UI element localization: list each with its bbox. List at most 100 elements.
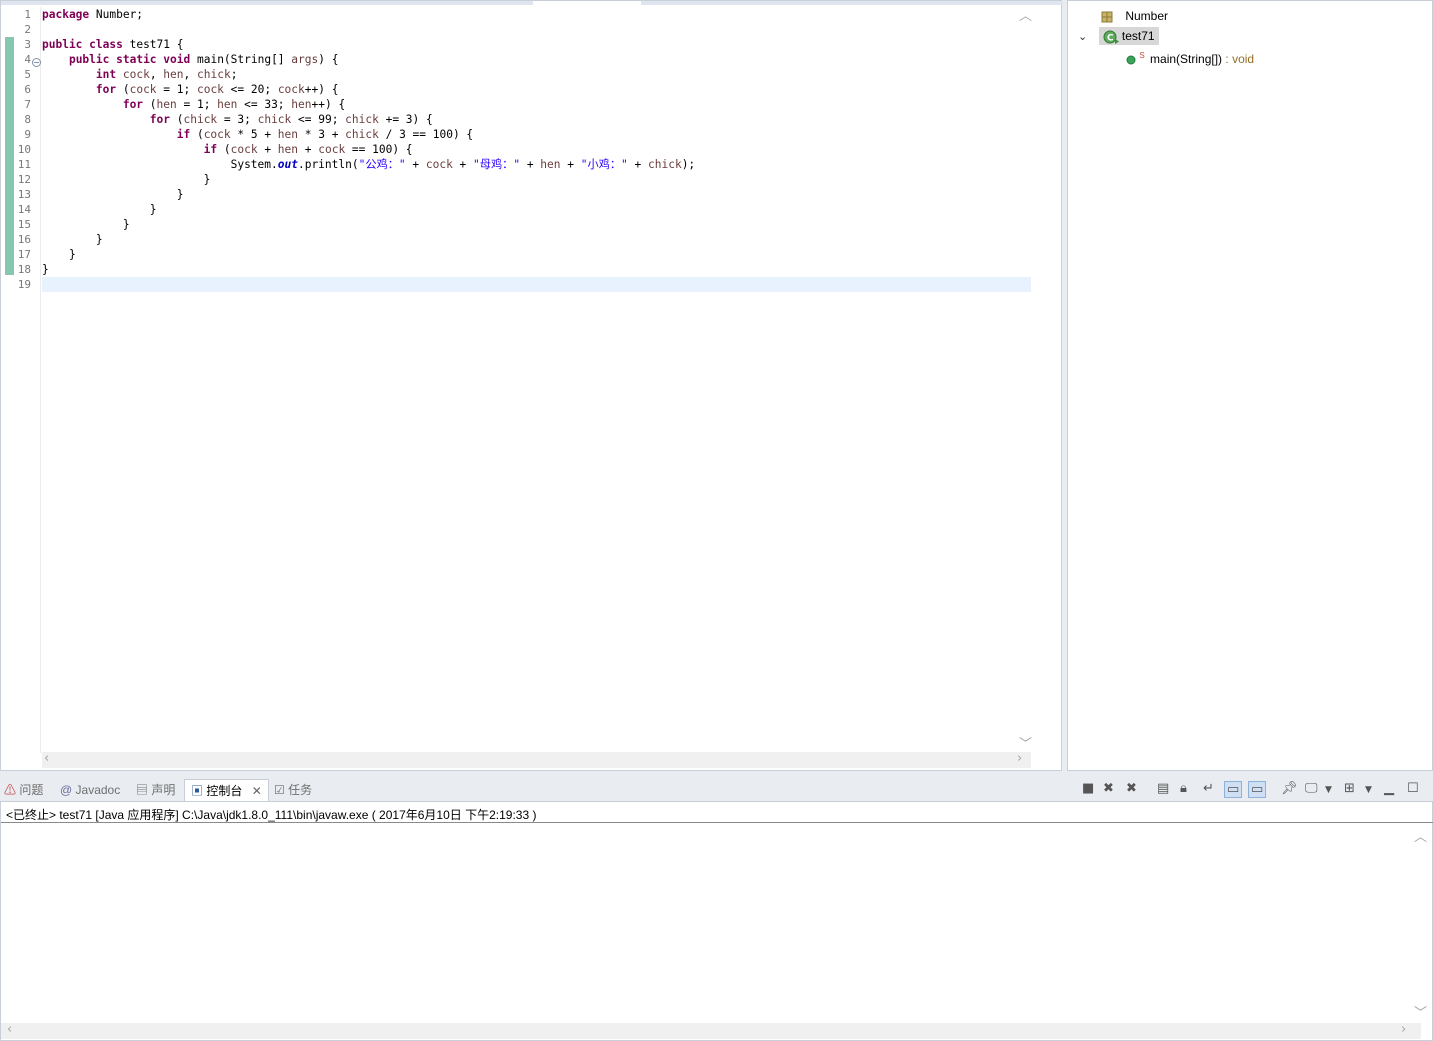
code-line[interactable]: } <box>42 247 76 262</box>
remove-all-terminated-icon[interactable]: ✖ <box>1126 781 1137 796</box>
console-divider <box>1 822 1433 823</box>
tab-tasks-label: 任务 <box>288 783 313 797</box>
word-wrap-icon[interactable]: ↵ <box>1203 781 1214 796</box>
line-number: 18 <box>17 263 31 276</box>
code-token: ( <box>116 83 130 96</box>
code-token: chick <box>345 113 379 126</box>
outline-method-item[interactable]: S main(String[]) : void <box>1126 47 1254 66</box>
console-view[interactable]: <已终止> test71 [Java 应用程序] C:\Java\jdk1.8.… <box>0 801 1433 1041</box>
code-line[interactable]: } <box>42 187 184 202</box>
code-token: } <box>42 203 157 216</box>
code-line[interactable]: for (hen = 1; hen <= 33; hen++) { <box>42 97 345 112</box>
code-line[interactable]: } <box>42 202 157 217</box>
code-token: for <box>95 83 117 96</box>
remove-launch-icon[interactable]: ✖ <box>1103 781 1114 796</box>
outline-class-item[interactable]: ⌄ C test71 <box>1078 27 1159 45</box>
tab-problems[interactable]: ⚠ 问题 <box>4 779 43 801</box>
code-token: main(String[] <box>190 53 292 66</box>
code-line[interactable]: public class test71 { <box>42 37 183 52</box>
scroll-up-arrow-icon[interactable]: ︿ <box>1019 5 1032 24</box>
code-token: cock <box>203 128 231 141</box>
scroll-down-arrow-icon[interactable]: ﹀ <box>1414 1002 1427 1021</box>
editor-horizontal-scrollbar[interactable]: ‹ › <box>42 751 1031 768</box>
code-token: ) { <box>318 53 339 66</box>
line-number: 2 <box>24 23 31 36</box>
pin-console-icon[interactable]: 📌︎ <box>1281 781 1298 796</box>
problems-icon: ⚠ <box>4 783 17 797</box>
tab-tasks[interactable]: ☑ 任务 <box>274 779 312 801</box>
scroll-lock-icon[interactable]: 🔒︎ <box>1180 781 1187 796</box>
outline-package-item[interactable]: Number <box>1100 7 1168 25</box>
chevron-down-icon[interactable]: ▼ <box>1325 785 1332 795</box>
show-on-stdout-icon[interactable]: ▭ <box>1224 781 1243 798</box>
code-line[interactable]: int cock, hen, chick; <box>42 67 238 82</box>
active-editor-tab[interactable] <box>533 1 641 5</box>
code-token: = 1; <box>156 83 197 96</box>
line-number: 13 <box>17 188 31 201</box>
declaration-icon: ▤ <box>136 783 149 797</box>
chevron-down-icon[interactable]: ▼ <box>1365 785 1372 795</box>
tab-declaration[interactable]: ▤ 声明 <box>136 779 175 801</box>
code-line[interactable]: System.out.println("公鸡：" + cock + "母鸡：" … <box>42 157 696 172</box>
terminate-icon[interactable]: ■ <box>1082 781 1094 796</box>
code-token: void <box>163 53 191 66</box>
scroll-right-arrow-icon[interactable]: › <box>1017 751 1022 766</box>
display-console-icon[interactable]: 🖵︎ <box>1305 781 1318 796</box>
code-token: ++) { <box>304 83 339 96</box>
tab-javadoc-label: Javadoc <box>75 783 121 797</box>
tab-console[interactable]: ▣ 控制台 ✕ <box>184 779 269 801</box>
code-token: + <box>452 158 474 171</box>
code-line[interactable]: for (chick = 3; chick <= 99; chick += 3)… <box>42 112 433 127</box>
code-editor[interactable]: − 1 2 3 4 5 6 7 8 9 10 11 12 13 14 15 16 17 18 19 package … <box>0 0 1063 771</box>
tab-javadoc[interactable]: @ Javadoc <box>60 779 120 801</box>
code-line[interactable]: if (cock + hen + cock == 100) { <box>42 142 413 157</box>
scroll-left-arrow-icon[interactable]: ‹ <box>44 751 49 766</box>
code-token: <= 99; <box>291 113 346 126</box>
scroll-down-arrow-icon[interactable]: ﹀ <box>1019 733 1032 752</box>
line-number: 17 <box>17 248 31 261</box>
tab-declaration-label: 声明 <box>151 783 176 797</box>
code-token: = 3; <box>217 113 258 126</box>
code-line[interactable]: } <box>42 217 130 232</box>
editor-vertical-scrollbar[interactable]: ︿ ﹀ <box>1019 7 1033 753</box>
code-token: chick <box>345 128 379 141</box>
code-token: ; <box>230 68 238 81</box>
svg-text:C: C <box>1107 33 1114 43</box>
code-token: cock <box>230 143 258 156</box>
console-vertical-scrollbar[interactable]: ︿ ﹀ <box>1414 826 1428 1022</box>
class-label: test71 <box>1121 29 1155 43</box>
console-horizontal-scrollbar[interactable]: ‹ › <box>1 1022 1421 1039</box>
open-console-icon[interactable]: ⊞ <box>1344 781 1355 796</box>
scroll-left-arrow-icon[interactable]: ‹ <box>7 1022 12 1037</box>
line-number-ruler: − 1 2 3 4 5 6 7 8 9 10 11 12 13 14 15 16 17 18 19 <box>15 7 41 753</box>
fold-collapse-icon[interactable]: − <box>32 58 41 67</box>
scroll-right-arrow-icon[interactable]: › <box>1401 1022 1406 1037</box>
code-token: cock <box>318 143 346 156</box>
code-token: cock <box>425 158 453 171</box>
maximize-icon[interactable]: ☐ <box>1407 781 1419 796</box>
close-icon[interactable]: ✕ <box>252 784 262 798</box>
code-token: static <box>116 53 157 66</box>
code-line[interactable]: } <box>42 172 211 187</box>
chevron-down-icon[interactable]: ⌄ <box>1078 31 1087 43</box>
show-on-stderr-icon[interactable]: ▭ <box>1248 781 1267 798</box>
console-icon: ▣ <box>191 784 204 798</box>
clear-console-icon[interactable]: ▤ <box>1157 781 1169 796</box>
code-line[interactable]: for (cock = 1; cock <= 20; cock++) { <box>42 82 339 97</box>
scroll-up-arrow-icon[interactable]: ︿ <box>1414 826 1427 845</box>
code-token: ( <box>170 113 184 126</box>
code-line[interactable]: package Number; <box>42 7 143 22</box>
method-label: main(String[]) <box>1150 52 1223 66</box>
code-token: cock <box>122 68 150 81</box>
code-line[interactable]: public static void main(String[] args) { <box>42 52 339 67</box>
code-line[interactable]: } <box>42 232 103 247</box>
code-token: for <box>122 98 144 111</box>
code-token: + <box>257 143 278 156</box>
minimize-icon[interactable]: ▁ <box>1384 781 1394 796</box>
code-line[interactable]: if (cock * 5 + hen * 3 + chick / 3 == 10… <box>42 127 473 142</box>
code-token: if <box>203 143 218 156</box>
code-area[interactable]: package Number; public class test71 { pub… <box>42 7 1029 753</box>
code-line[interactable]: } <box>42 262 49 277</box>
